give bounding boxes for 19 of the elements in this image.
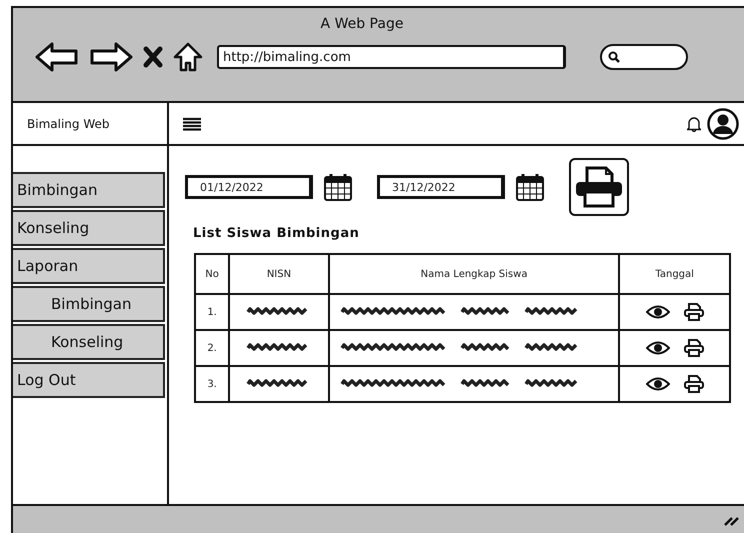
start-date-field[interactable]: 01/12/2022 (185, 175, 313, 199)
sidebar-item[interactable]: Laporan (13, 248, 165, 284)
column-header: NISN (266, 268, 292, 280)
list-title: List Siswa Bimbingan (193, 226, 360, 241)
column-header: Nama Lengkap Siswa (420, 268, 528, 280)
row-number: 1. (207, 306, 217, 318)
url-field[interactable]: http://bimaling.com (217, 45, 566, 69)
column-header: No (205, 268, 219, 280)
brand-label: Bimaling Web (13, 103, 167, 146)
row-number: 3. (207, 378, 217, 390)
column-header: Tanggal (655, 268, 694, 280)
sidebar-item[interactable]: Konseling (13, 324, 165, 360)
sidebar-item[interactable]: Bimbingan (13, 286, 165, 322)
row-number: 2. (207, 342, 217, 354)
sidebar-item[interactable]: Konseling (13, 210, 165, 246)
end-date-field[interactable]: 31/12/2022 (377, 175, 505, 199)
window-title: A Web Page (320, 16, 404, 32)
sidebar-item[interactable]: Bimbingan (13, 172, 165, 208)
sidebar-item[interactable]: Log Out (13, 362, 165, 398)
